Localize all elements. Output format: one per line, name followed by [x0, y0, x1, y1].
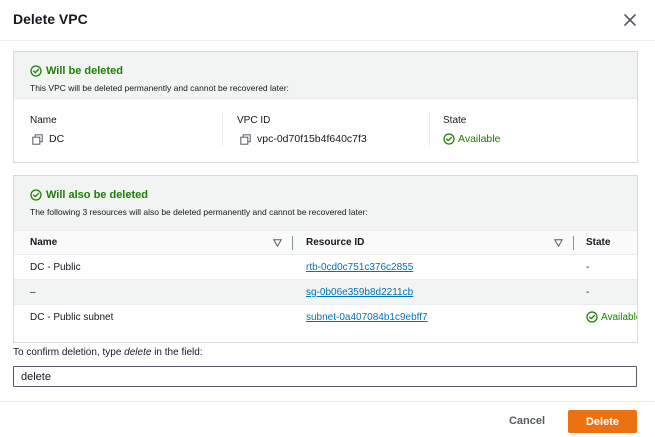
- row-name: DC - Public: [30, 262, 81, 273]
- row-resource-id-link[interactable]: sg-0b06e359b8d2211cb: [306, 287, 413, 298]
- vpc-id-value: vpc-0d70f15b4f640c7f3: [240, 133, 367, 145]
- confirm-label-prefix: To confirm deletion, type: [13, 347, 125, 358]
- sort-caret-icon[interactable]: [273, 239, 282, 247]
- dialog-footer: Cancel Delete: [0, 401, 655, 437]
- panel-header: Will be deleted This VPC will be deleted…: [14, 52, 637, 99]
- column-header-name[interactable]: Name: [30, 237, 57, 248]
- vpc-id-value-text: vpc-0d70f15b4f640c7f3: [257, 133, 367, 145]
- check-circle-icon: [586, 311, 598, 323]
- check-circle-icon: [30, 189, 42, 201]
- sort-caret-icon[interactable]: [554, 239, 563, 247]
- dialog-title: Delete VPC: [13, 11, 88, 27]
- state-value: Available: [443, 133, 500, 145]
- panel-heading-text: Will be deleted: [46, 65, 123, 77]
- row-state: Available: [586, 311, 638, 323]
- column-separator: [292, 236, 293, 250]
- row-state: -: [586, 262, 590, 273]
- close-icon[interactable]: [620, 10, 640, 30]
- table-row: DC - Public rtb-0cd0c751c376c2855 -: [14, 254, 637, 279]
- will-be-deleted-panel: Will be deleted This VPC will be deleted…: [13, 51, 638, 163]
- dialog-body: Will be deleted This VPC will be deleted…: [0, 41, 655, 401]
- name-value-text: DC: [49, 133, 65, 145]
- name-label: Name: [30, 115, 57, 126]
- will-also-be-deleted-panel: Will also be deleted The following 3 res…: [13, 175, 638, 343]
- copy-icon[interactable]: [240, 133, 251, 145]
- panel-header: Will also be deleted The following 3 res…: [14, 176, 637, 230]
- confirm-label-suffix: in the field:: [151, 347, 203, 358]
- confirm-input[interactable]: [13, 366, 637, 387]
- row-resource-id-link[interactable]: subnet-0a407084b1c9ebff7: [306, 312, 428, 323]
- panel-heading: Will also be deleted: [30, 189, 148, 201]
- column-divider: [429, 112, 430, 146]
- table-header: Name Resource ID State: [14, 230, 637, 254]
- panel-heading: Will be deleted: [30, 65, 123, 77]
- check-circle-icon: [443, 133, 455, 145]
- state-label: State: [443, 115, 467, 126]
- column-divider: [222, 112, 223, 146]
- delete-button[interactable]: Delete: [568, 410, 637, 433]
- row-name: –: [30, 287, 36, 298]
- column-separator: [573, 236, 574, 250]
- state-value-text: Available: [458, 133, 501, 145]
- copy-icon[interactable]: [32, 133, 43, 145]
- confirm-keyword: delete: [124, 347, 152, 358]
- row-resource-id-link[interactable]: rtb-0cd0c751c376c2855: [306, 262, 413, 273]
- row-name: DC - Public subnet: [30, 312, 114, 323]
- table-row: – sg-0b06e359b8d2211cb -: [14, 279, 637, 304]
- vpc-id-label: VPC ID: [237, 115, 271, 126]
- table-row: DC - Public subnet subnet-0a407084b1c9eb…: [14, 304, 638, 329]
- column-header-resource-id[interactable]: Resource ID: [306, 237, 364, 248]
- panel-description: This VPC will be deleted permanently and…: [30, 83, 289, 93]
- row-state: -: [586, 287, 590, 298]
- row-state-text: Available: [601, 311, 638, 323]
- dialog-header: Delete VPC: [0, 0, 655, 41]
- cancel-button[interactable]: Cancel: [497, 411, 557, 431]
- check-circle-icon: [30, 65, 42, 77]
- name-value: DC: [32, 133, 64, 145]
- confirm-label: To confirm deletion, type delete in the …: [13, 347, 203, 358]
- panel-description: The following 3 resources will also be d…: [30, 207, 368, 217]
- panel-heading-text: Will also be deleted: [46, 189, 148, 201]
- column-header-state[interactable]: State: [586, 237, 610, 248]
